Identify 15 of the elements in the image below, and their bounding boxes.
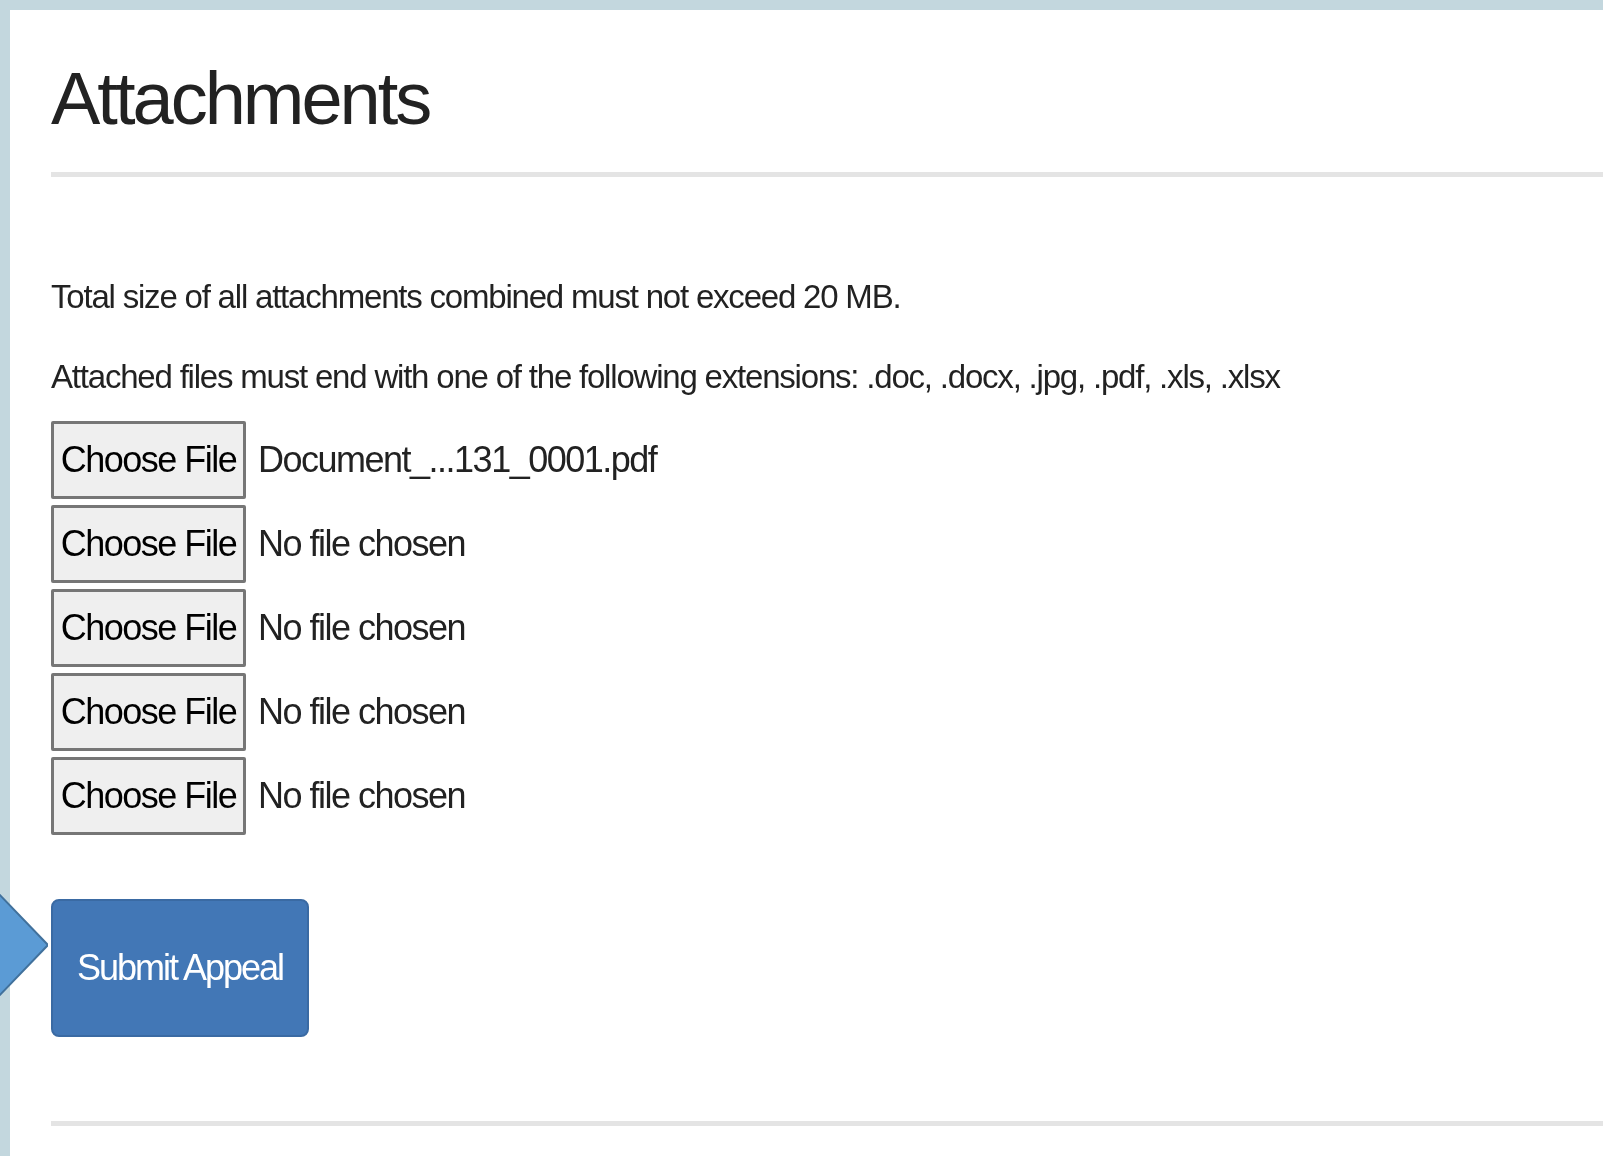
choose-file-button[interactable]: Choose File: [51, 505, 246, 583]
file-name: No file chosen: [258, 690, 466, 734]
section-heading: Attachments: [51, 62, 431, 136]
file-name: Document_...131_0001.pdf: [258, 438, 657, 482]
instruction-text: Total size of all attachments combined must not exceed 20 MB.: [51, 277, 902, 317]
choose-file-button[interactable]: Choose File: [51, 673, 246, 751]
file-name: No file chosen: [258, 774, 466, 818]
submit-button[interactable]: Submit Appeal: [51, 899, 309, 1037]
arrow-pointer-icon: [0, 893, 48, 997]
file-name: No file chosen: [258, 606, 466, 650]
choose-file-button[interactable]: Choose File: [51, 757, 246, 835]
choose-file-button[interactable]: Choose File: [51, 421, 246, 499]
file-name: No file chosen: [258, 522, 466, 566]
instruction-text: Attached files must end with one of the following extensions: .doc, .docx, .jpg, .pdf, .xls, .xlsx: [51, 357, 1282, 397]
choose-file-button[interactable]: Choose File: [51, 589, 246, 667]
